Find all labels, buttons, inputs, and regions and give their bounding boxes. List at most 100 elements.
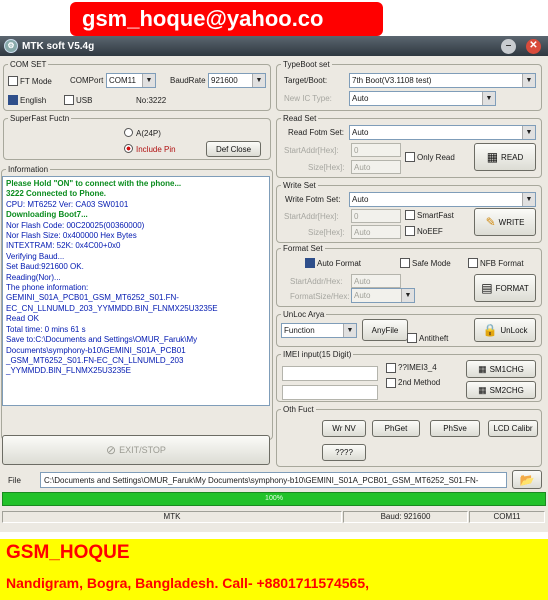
no-eef-checkbox[interactable] xyxy=(405,226,415,236)
lcd-calibr-label: LCD Calibr xyxy=(493,424,533,433)
read-start-input[interactable]: 0 xyxy=(351,143,401,157)
unknown-function-button[interactable]: ???? xyxy=(322,444,366,461)
log-line: CPU: MT6252 Ver: CA03 SW0101 xyxy=(6,199,129,209)
write-button[interactable]: ✎ WRITE xyxy=(474,208,536,236)
read-size-input[interactable]: Auto xyxy=(351,160,401,174)
log-line: Documents\symphony-b10\GEMINI_S01A_PCB01 xyxy=(6,345,186,355)
baud-rate-select[interactable]: 921600 ▼ xyxy=(208,73,266,88)
usb-label: USB xyxy=(76,96,93,105)
nfb-format-checkbox[interactable] xyxy=(468,258,478,268)
open-folder-button[interactable]: 📂 xyxy=(512,470,542,489)
sim-icon: ▦ xyxy=(478,364,487,374)
read-start-value: 0 xyxy=(354,146,359,155)
def-close-label: Def Close xyxy=(215,144,252,154)
nfb-format-label: NFB Format xyxy=(480,259,524,268)
format-start-label: StartAddr/Hex: xyxy=(290,277,343,286)
wr-nv-button[interactable]: Wr NV xyxy=(322,420,366,437)
write-format-value: Auto xyxy=(352,195,369,204)
antitheft-checkbox[interactable] xyxy=(407,333,417,343)
information-log[interactable]: Please Hold "ON" to connect with the pho… xyxy=(2,176,270,406)
format-start-input[interactable]: Auto xyxy=(351,274,401,288)
close-icon[interactable]: ✕ xyxy=(526,39,541,54)
unknown-function-label: ???? xyxy=(335,448,353,457)
anyfile-button[interactable]: AnyFile xyxy=(362,319,408,341)
read-size-label: Size[Hex]: xyxy=(308,163,345,172)
file-label: File xyxy=(8,476,21,485)
status-mode: MTK xyxy=(2,511,342,523)
sim1-change-button[interactable]: ▦ SM1CHG xyxy=(466,360,536,378)
format-start-value: Auto xyxy=(354,277,371,286)
app-window: ⚙ MTK soft V5.4g – ✕ COM SET FT Mode COM… xyxy=(0,36,548,532)
read-format-label: Read Fotm Set: xyxy=(288,128,345,137)
log-line: Nor Flash Code: 00C20025(00360000) xyxy=(6,220,145,230)
log-line: GEMINI_S01A_PCB01_GSM_MT6252_S01.FN- xyxy=(6,293,179,303)
write-format-label: Write Fotm Set: xyxy=(285,195,341,204)
status-port: COM11 xyxy=(469,511,545,523)
log-line: The phone information: xyxy=(6,283,89,293)
read-icon: ▦ xyxy=(486,150,499,164)
ph-save-button[interactable]: PhSve xyxy=(430,420,480,437)
safe-mode-checkbox[interactable] xyxy=(400,258,410,268)
read-start-label: StartAddr[Hex]: xyxy=(284,146,339,155)
sim2-change-button[interactable]: ▦ SM2CHG xyxy=(466,381,536,399)
sim2-label: SM2CHG xyxy=(489,385,524,395)
unlock-button[interactable]: 🔒 UnLock xyxy=(474,318,536,342)
write-label: WRITE xyxy=(498,217,525,227)
format-button[interactable]: ▤ FORMAT xyxy=(474,274,536,302)
log-line: EC_CN_LLNUMLD_203_YYMMDD.BIN_FLNMX25U323… xyxy=(6,303,218,313)
chevron-down-icon: ▼ xyxy=(343,324,356,337)
chevron-down-icon: ▼ xyxy=(401,289,414,302)
document-icon: ▤ xyxy=(481,281,493,295)
read-format-select[interactable]: Auto ▼ xyxy=(349,125,536,140)
write-size-input[interactable]: Auto xyxy=(351,225,401,239)
chevron-down-icon: ▼ xyxy=(482,92,495,105)
usb-checkbox[interactable] xyxy=(64,95,74,105)
unlock-legend: UnLoc Arya xyxy=(283,310,325,319)
exit-stop-button[interactable]: ⊘ EXIT/STOP xyxy=(2,435,270,465)
file-path-input[interactable]: C:\Documents and Settings\OMUR_Faruk\My … xyxy=(40,472,507,488)
typeboot-legend: TypeBoot set xyxy=(283,60,330,69)
anyfile-label: AnyFile xyxy=(371,325,399,335)
footer-name: GSM_HOQUE xyxy=(6,542,130,563)
smart-fast-checkbox[interactable] xyxy=(405,210,415,220)
footer-contact: Nandigram, Bogra, Bangladesh. Call- +880… xyxy=(6,575,370,591)
com-port-select[interactable]: COM11 ▼ xyxy=(106,73,156,88)
write-start-input[interactable]: 0 xyxy=(351,209,401,223)
read-button[interactable]: ▦ READ xyxy=(474,143,536,171)
imei-legend: IMEI input(15 Digit) xyxy=(283,350,352,359)
ph-get-label: PhGet xyxy=(384,424,408,433)
option-a-radio[interactable] xyxy=(124,128,133,137)
write-start-value: 0 xyxy=(354,212,359,221)
unlock-label: UnLock xyxy=(500,325,528,335)
new-ic-select[interactable]: Auto ▼ xyxy=(349,91,496,106)
log-line: Verifying Baud... xyxy=(6,251,65,261)
log-line: Nor Flash Size: 0x400000 Hex Bytes xyxy=(6,231,137,241)
lcd-calibr-button[interactable]: LCD Calibr xyxy=(488,420,538,437)
imei1-input[interactable] xyxy=(282,366,378,381)
imei2-input[interactable] xyxy=(282,385,378,400)
email-banner: gsm_hoque@yahoo.co xyxy=(70,2,383,36)
only-read-checkbox[interactable] xyxy=(405,152,415,162)
target-boot-value: 7th Boot(V3.1108 test) xyxy=(352,76,432,85)
log-line: Please Hold "ON" to connect with the pho… xyxy=(6,179,182,188)
safe-mode-label: Safe Mode xyxy=(412,259,451,268)
status-bar: MTK Baud: 921600 COM11 xyxy=(0,510,548,524)
include-pin-label: Include Pin xyxy=(136,145,176,154)
function-select[interactable]: Function ▼ xyxy=(281,323,357,338)
ft-mode-checkbox[interactable] xyxy=(8,76,18,86)
def-close-button[interactable]: Def Close xyxy=(206,141,261,157)
include-pin-radio[interactable] xyxy=(124,144,133,153)
format-size-select[interactable]: Auto ▼ xyxy=(351,288,415,303)
footer-banner: GSM_HOQUE Nandigram, Bogra, Bangladesh. … xyxy=(0,539,548,600)
english-checkbox[interactable] xyxy=(8,95,18,105)
write-format-select[interactable]: Auto ▼ xyxy=(349,192,536,207)
minimize-icon[interactable]: – xyxy=(501,39,516,54)
imei1-small-checkbox[interactable] xyxy=(386,363,396,373)
target-boot-select[interactable]: 7th Boot(V3.1108 test) ▼ xyxy=(349,73,536,88)
new-ic-value: Auto xyxy=(352,94,369,103)
baud-rate-label: BaudRate xyxy=(170,76,206,85)
auto-format-checkbox[interactable] xyxy=(305,258,315,268)
format-size-value: Auto xyxy=(354,291,371,300)
imei2-small-checkbox[interactable] xyxy=(386,378,396,388)
ph-get-button[interactable]: PhGet xyxy=(372,420,420,437)
